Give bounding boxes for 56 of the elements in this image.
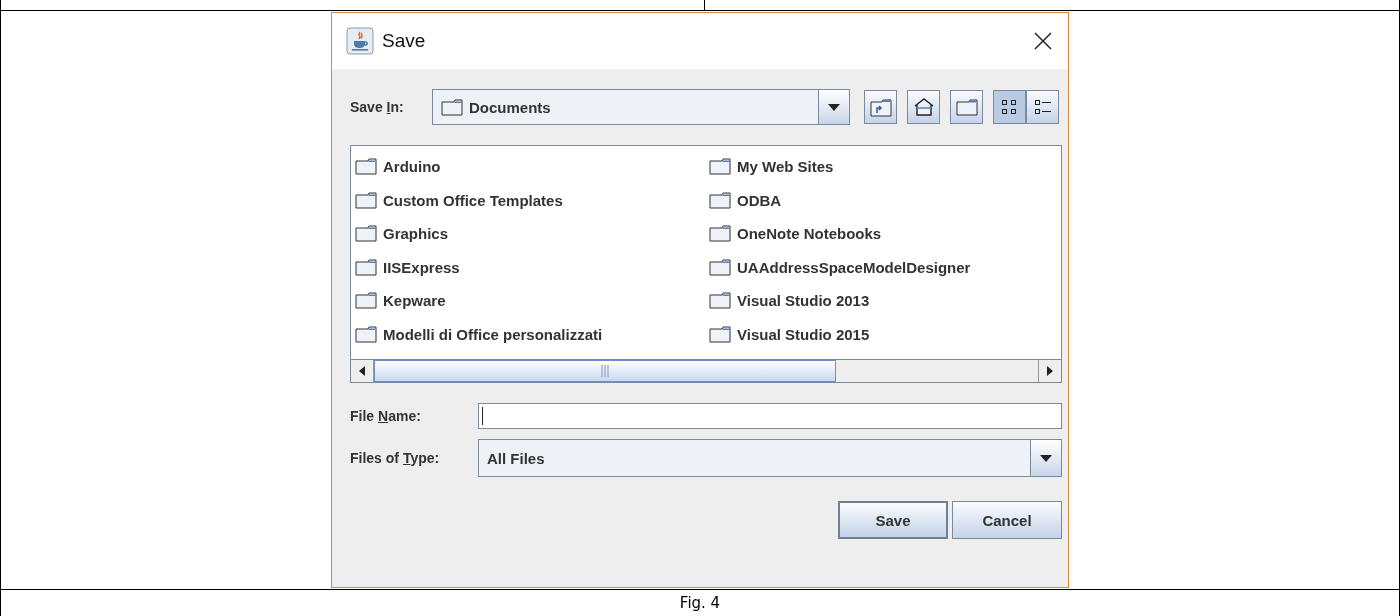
folder-name[interactable]: ODBA (737, 191, 782, 209)
folder-name[interactable]: OneNote Notebooks (737, 225, 882, 243)
up-folder-button[interactable] (864, 90, 897, 124)
file-name-label: File Name: (350, 408, 422, 424)
file-type-label: Files of Type: (350, 450, 441, 466)
close-icon[interactable] (1034, 32, 1052, 50)
figure-caption: Fig. 4 (679, 594, 721, 612)
folder-name[interactable]: Visual Studio 2015 (737, 325, 870, 343)
list-icon (1033, 98, 1052, 116)
folder-icon (709, 258, 731, 276)
grid-icon (1000, 98, 1019, 116)
folder-name: Documents (469, 98, 551, 116)
folder-icon (709, 225, 731, 243)
folder-name[interactable]: Modelli di Office personalizzati (383, 325, 603, 343)
folder-name[interactable]: Arduino (383, 158, 441, 176)
left-arrow-icon (359, 366, 365, 376)
coffee-cup-icon (346, 27, 374, 55)
folder-icon (441, 98, 463, 116)
grip-icon (601, 365, 609, 377)
folder-icon (709, 292, 731, 310)
save-in-label: Save In: (350, 99, 405, 115)
dropdown-arrow-icon (1040, 454, 1052, 462)
home-button[interactable] (907, 90, 940, 124)
folder-icon (955, 98, 978, 116)
details-view-button[interactable] (1026, 90, 1059, 124)
dropdown-arrow-icon (828, 103, 840, 111)
folder-icon (709, 158, 731, 176)
folder-name[interactable]: My Web Sites (737, 158, 834, 176)
cancel-button[interactable]: Cancel (952, 501, 1062, 539)
folder-icon (355, 191, 377, 209)
folder-icon (709, 325, 731, 343)
folder-name[interactable]: UAAddressSpaceModelDesigner (737, 258, 971, 276)
folder-icon (355, 292, 377, 310)
folder-name[interactable]: Custom Office Templates (383, 191, 563, 209)
file-type-value: All Files (487, 449, 545, 467)
up-folder-icon (869, 97, 892, 117)
window-title: Save (382, 30, 427, 52)
file-type-dropdown[interactable]: All Files (478, 439, 1062, 477)
folder-icon (355, 258, 377, 276)
folder-icon (355, 225, 377, 243)
file-name-field[interactable] (478, 403, 1062, 429)
list-view-button[interactable] (993, 90, 1026, 124)
folder-name[interactable]: Graphics (383, 225, 449, 243)
save-in-dropdown[interactable]: Documents (432, 89, 850, 125)
home-icon (912, 97, 935, 117)
folder-name[interactable]: Kepware (383, 292, 446, 310)
scrollbar-thumb[interactable] (374, 360, 836, 382)
save-button[interactable]: Save (838, 501, 948, 539)
folder-icon (709, 191, 731, 209)
right-arrow-icon (1047, 366, 1053, 376)
folder-name[interactable]: IISExpress (383, 258, 460, 276)
folder-icon (355, 325, 377, 343)
folder-icon (355, 158, 377, 176)
folder-name[interactable]: Visual Studio 2013 (737, 292, 870, 310)
new-folder-button[interactable] (950, 90, 983, 124)
horizontal-scrollbar[interactable] (351, 359, 1061, 382)
